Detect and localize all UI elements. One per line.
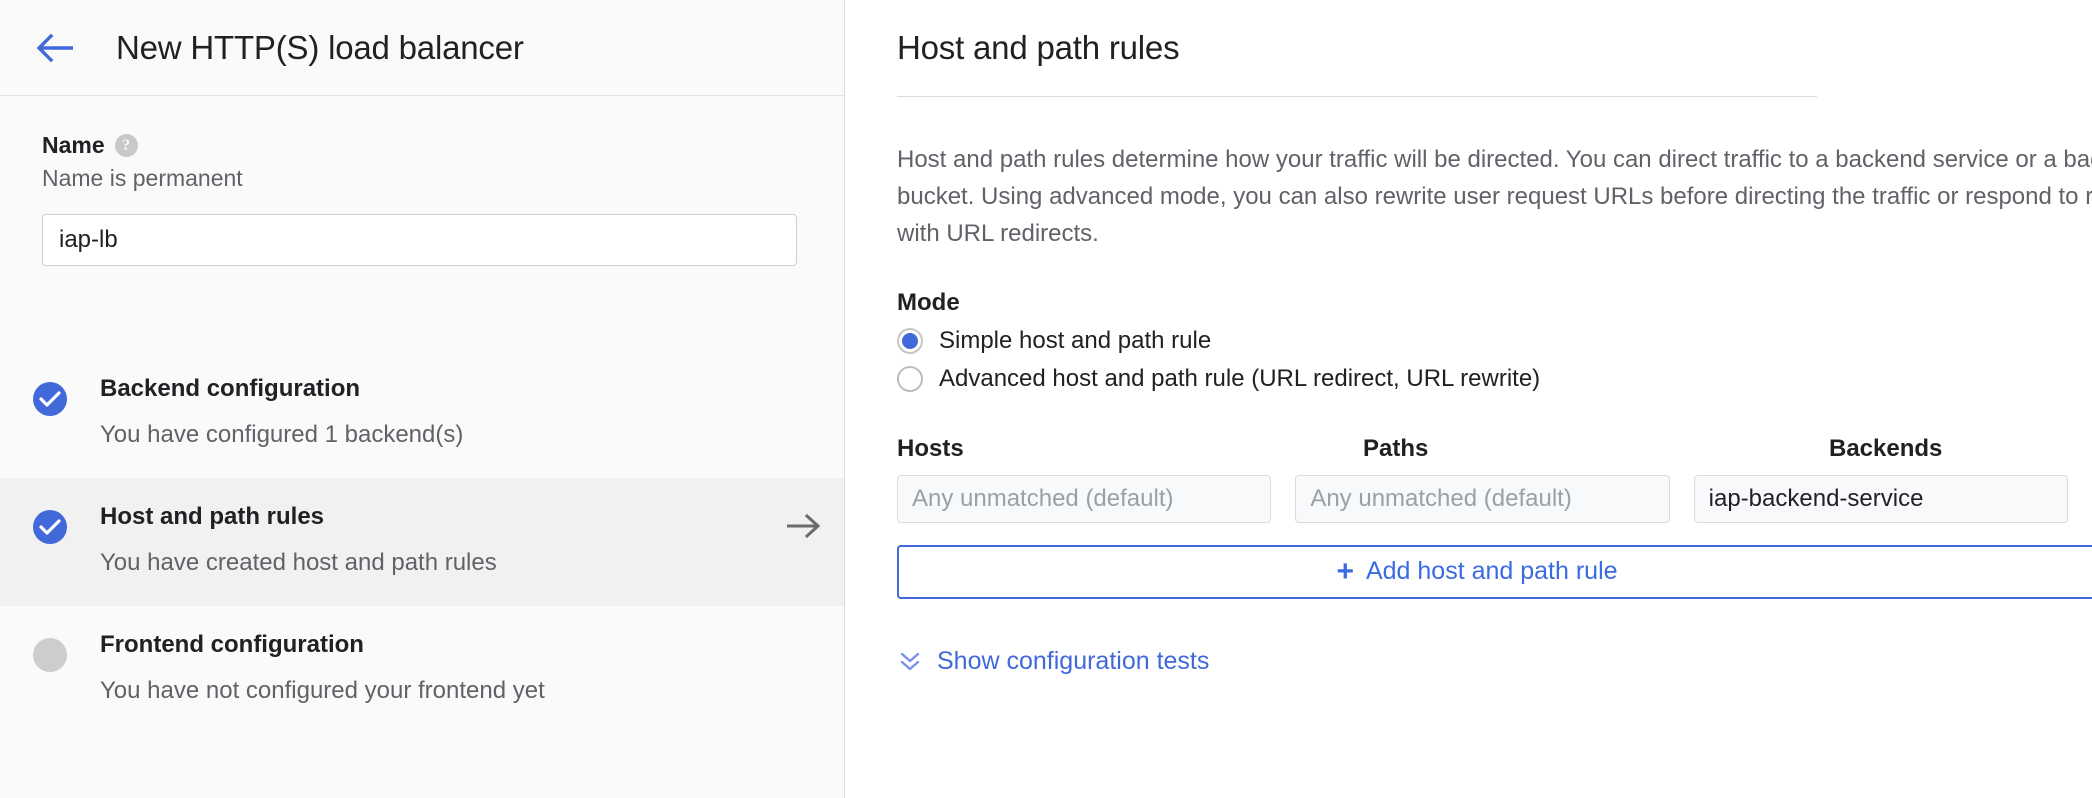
double-chevron-down-icon [897,648,923,674]
step-status-col [0,630,100,672]
step-text: Frontend configuration You have not conf… [100,630,764,706]
arrow-left-glyph [36,33,73,62]
column-header-backends: Backends [1829,434,1943,462]
section-title: Host and path rules [897,29,1180,66]
add-rule-inner: + Add host and path rule [1336,554,1618,588]
empty-circle-icon [33,638,67,672]
add-host-and-path-rule-button[interactable]: + Add host and path rule [897,544,2092,599]
sidebar-item-frontend-configuration[interactable]: Frontend configuration You have not conf… [0,606,844,734]
column-header-hosts: Hosts [897,434,964,462]
radio-label-simple: Simple host and path rule [939,326,1212,354]
column-header-paths: Paths [1363,434,1429,462]
name-sublabel: Name is permanent [42,165,243,191]
arrow-right-icon[interactable] [764,502,844,540]
step-text: Host and path rules You have created hos… [100,502,764,578]
radio-button-advanced[interactable] [897,365,923,392]
step-description: You have configured 1 backend(s) [100,421,464,448]
wizard-steps: Backend configuration You have configure… [0,350,844,734]
step-text: Backend configuration You have configure… [100,374,764,450]
load-balancer-wizard: New HTTP(S) load balancer Name ? Name is… [0,0,2092,798]
radio-button-simple[interactable] [897,327,923,354]
step-description: You have created host and path rules [100,549,497,576]
paths-input[interactable]: Any unmatched (default) [1295,474,1670,523]
plus-icon: + [1336,554,1354,588]
radio-label-advanced: Advanced host and path rule (URL redirec… [939,364,1541,392]
radio-option-advanced[interactable]: Advanced host and path rule (URL redirec… [897,365,2092,393]
check-glyph [39,519,61,535]
sidebar-item-host-and-path-rules[interactable]: Host and path rules You have created hos… [0,478,844,606]
show-configuration-tests-link[interactable]: Show configuration tests [897,647,1209,676]
double-chevron-glyph [900,652,920,671]
right-panel: Host and path rules Host and path rules … [845,0,2092,798]
step-title: Backend configuration [100,375,361,402]
step-title: Host and path rules [100,503,325,530]
header-divider [897,96,1817,97]
name-label: Name [42,132,105,158]
right-panel-header: Host and path rules [897,0,2092,96]
check-circle-icon [33,510,67,544]
table-row: Any unmatched (default) Any unmatched (d… [897,474,2092,523]
page-title: New HTTP(S) load balancer [116,28,524,66]
arrow-left-icon[interactable] [34,26,78,70]
name-section: Name ? Name is permanent [0,96,844,266]
check-glyph [39,391,61,407]
name-input[interactable] [42,214,797,266]
backends-select[interactable]: iap-backend-service [1693,474,2068,523]
description-line: bucket. Using advanced mode, you can als… [897,183,2092,211]
section-description: Host and path rules determine how your t… [897,141,2092,253]
add-rule-label: Add host and path rule [1365,557,1618,586]
hosts-input[interactable]: Any unmatched (default) [897,474,1272,523]
table-column-headers: Hosts Paths Backends [897,435,2092,463]
radio-option-simple[interactable]: Simple host and path rule [897,327,2092,355]
step-arrow-placeholder [764,630,844,640]
step-arrow-placeholder [764,374,844,384]
step-status-col [0,374,100,416]
step-description: You have not configured your frontend ye… [100,677,545,704]
host-path-rules-table: Hosts Paths Backends Any unmatched (defa… [897,435,2092,599]
arrow-right-glyph [787,513,821,539]
mode-label: Mode [897,288,960,316]
name-label-row: Name ? [42,132,802,159]
show-configuration-tests-label: Show configuration tests [937,646,1210,675]
left-panel-header: New HTTP(S) load balancer [0,0,844,96]
step-status-col [0,502,100,544]
sidebar-item-backend-configuration[interactable]: Backend configuration You have configure… [0,350,844,478]
description-line: with URL redirects. [897,220,1099,248]
help-icon[interactable]: ? [114,134,138,157]
description-line: Host and path rules determine how your t… [897,146,2092,173]
left-panel: New HTTP(S) load balancer Name ? Name is… [0,0,845,798]
check-circle-icon [33,382,67,416]
step-title: Frontend configuration [100,631,364,658]
